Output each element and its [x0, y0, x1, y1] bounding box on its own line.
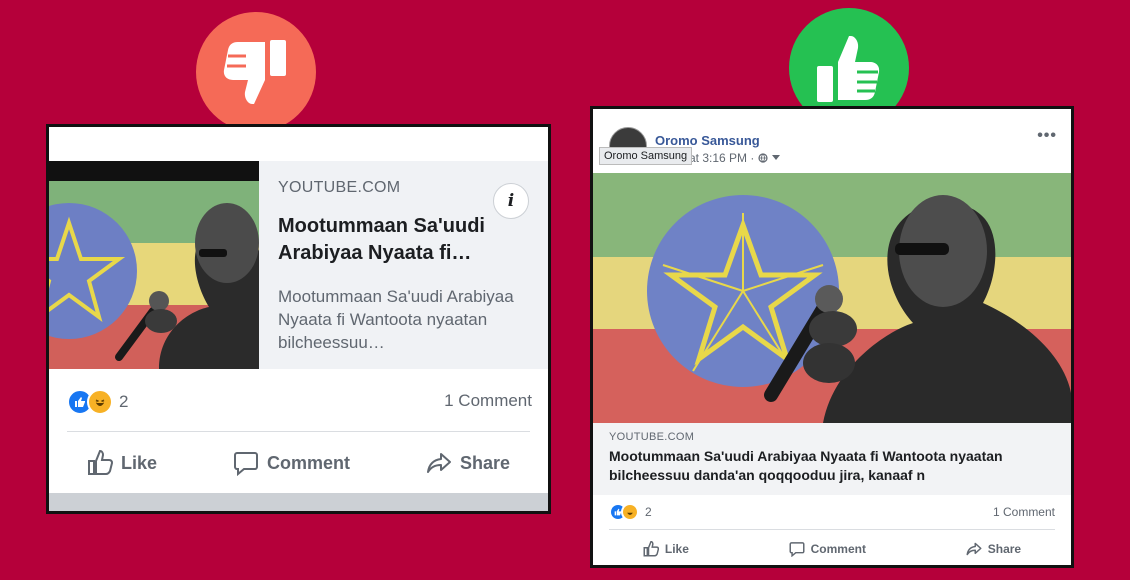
comment-label: Comment — [810, 542, 866, 556]
like-button[interactable]: Like — [643, 541, 689, 557]
post-actions: Like Comment Share — [593, 537, 1071, 561]
like-icon — [643, 541, 659, 557]
timestamp-text: at 3:16 PM · — [689, 151, 755, 165]
thumbs-down-badge — [196, 12, 316, 132]
share-icon — [426, 453, 451, 473]
post-actions: Like Comment Share — [49, 445, 548, 481]
author-name[interactable]: Oromo Samsung — [655, 133, 760, 148]
link-image[interactable] — [593, 173, 1071, 423]
thumbs-down-icon — [223, 40, 286, 104]
share-label: Share — [987, 542, 1022, 556]
comment-button[interactable]: Comment — [233, 450, 350, 476]
haha-reaction-icon — [621, 503, 639, 521]
like-button[interactable]: Like — [87, 450, 157, 476]
comment-button[interactable]: Comment — [789, 541, 866, 557]
divider — [609, 529, 1055, 530]
divider — [67, 431, 530, 432]
like-label: Like — [120, 452, 158, 473]
comment-area-bar — [49, 493, 548, 511]
globe-icon — [758, 153, 768, 163]
link-description: Mootummaan Sa'uudi Arabiyaa Nyaata fi Wa… — [278, 287, 514, 352]
author-tooltip: Oromo Samsung — [599, 147, 693, 165]
link-domain: YOUTUBE.COM — [609, 431, 695, 443]
link-thumbnail[interactable] — [49, 161, 259, 369]
like-label: Like — [664, 542, 689, 556]
comment-label: Comment — [266, 452, 350, 473]
link-title[interactable]: Mootummaan Sa'uudi Arabiyaa Nyaata fi Wa… — [609, 447, 1049, 485]
share-icon — [966, 542, 982, 556]
share-label: Share — [459, 452, 510, 473]
bad-example-post: i YOUTUBE.COM Mootummaan Sa'uudi Arabiya… — [46, 124, 551, 514]
thumbs-up-icon — [817, 36, 880, 102]
share-button[interactable]: Share — [966, 541, 1021, 557]
comment-count[interactable]: 1 Comment — [993, 505, 1055, 519]
chevron-down-icon[interactable] — [772, 155, 781, 161]
comment-icon — [789, 542, 805, 557]
comment-count[interactable]: 1 Comment — [444, 391, 532, 411]
post-timestamp[interactable]: at 3:16 PM · — [689, 151, 781, 165]
reactions-summary[interactable]: 2 — [609, 503, 652, 521]
like-icon — [87, 450, 113, 475]
reaction-count: 2 — [645, 505, 652, 519]
share-button[interactable]: Share — [426, 450, 510, 476]
comment-icon — [233, 452, 258, 476]
link-title[interactable]: Mootummaan Sa'uudi Arabiyaa Nyaata fi… — [278, 213, 518, 267]
good-example-post: Oromo Samsung at 3:16 PM · Oromo Samsung… — [590, 106, 1074, 568]
more-options-button[interactable]: ••• — [1037, 127, 1057, 145]
haha-reaction-icon — [87, 389, 113, 415]
post-header — [49, 127, 548, 161]
reaction-count: 2 — [119, 392, 129, 411]
reactions-summary[interactable]: 2 — [67, 389, 128, 415]
link-domain: YOUTUBE.COM — [278, 179, 401, 196]
